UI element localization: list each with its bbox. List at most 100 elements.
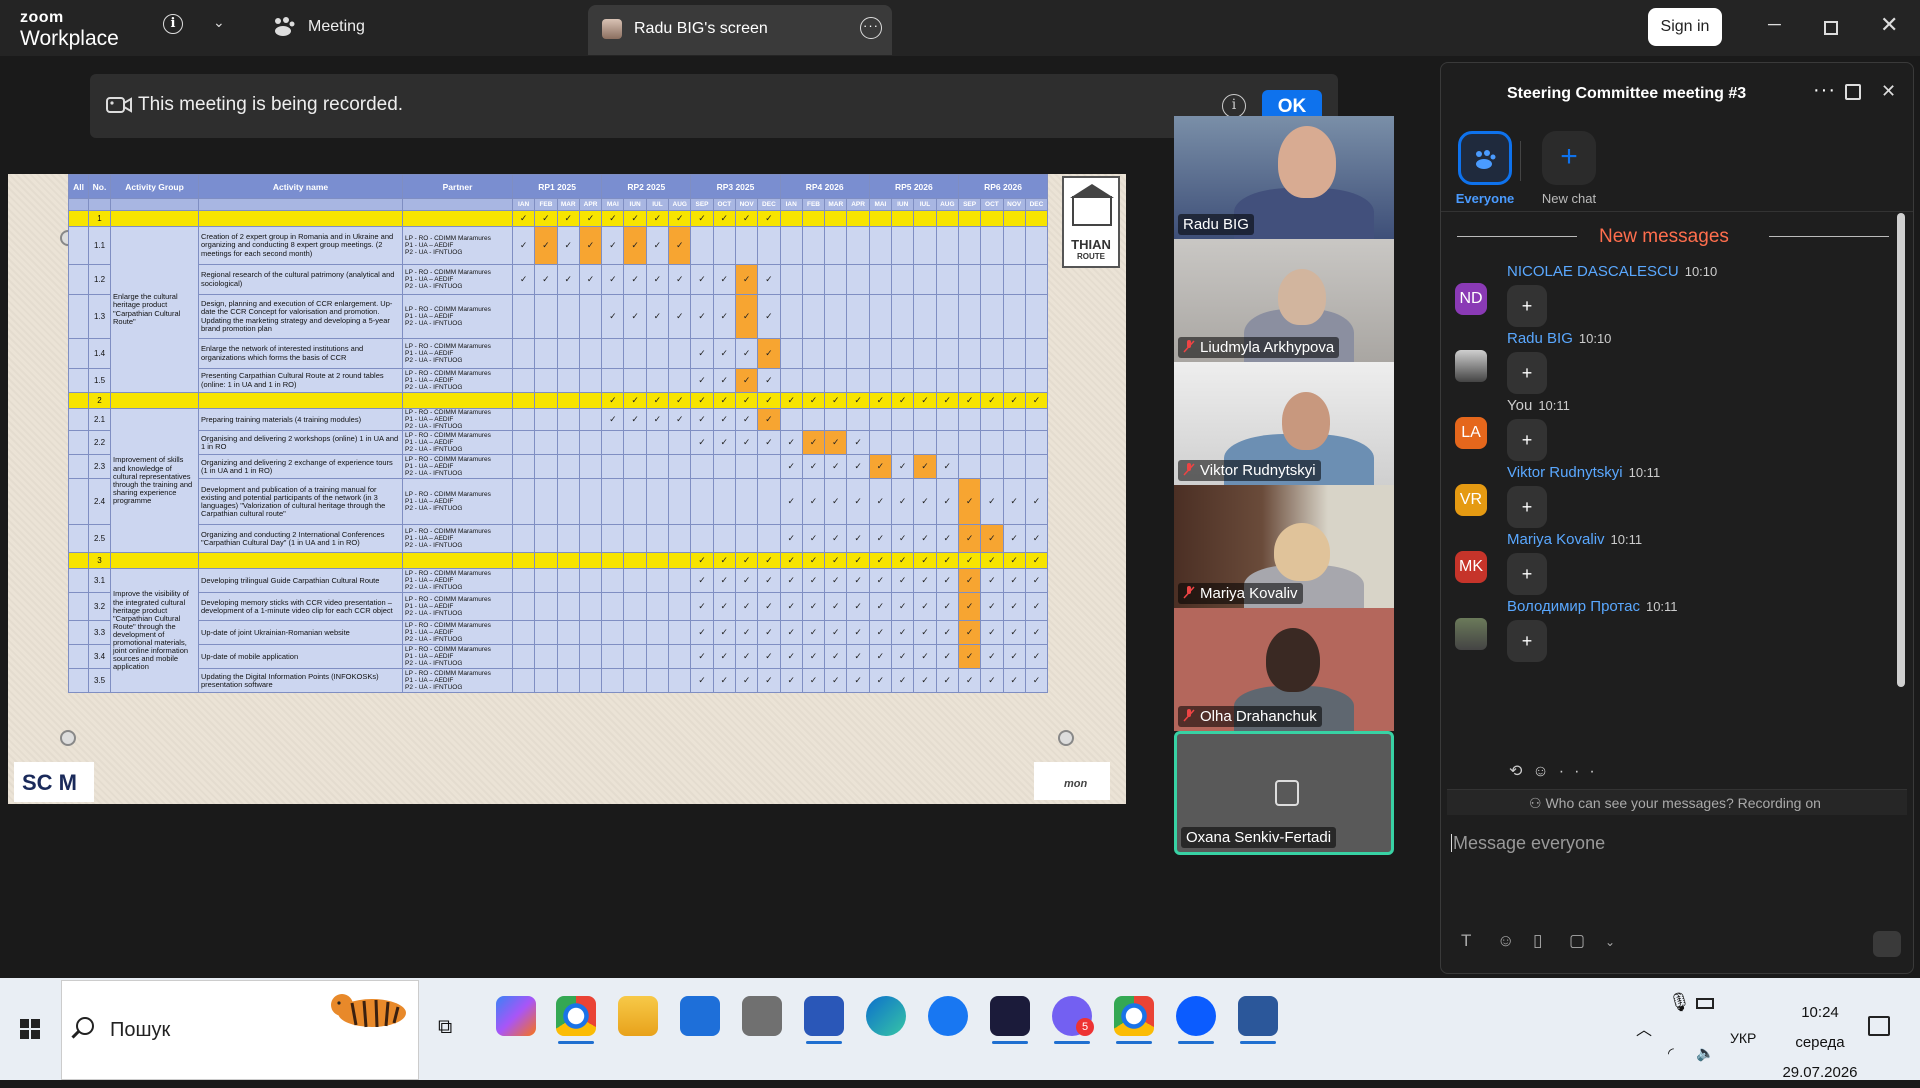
file-explorer-icon[interactable] [618, 996, 658, 1036]
participant-tile[interactable]: Mariya Kovaliv [1174, 485, 1394, 608]
partner-cell: LP - RO - CDIMM Maramures P1 - UA – AEDI… [402, 478, 513, 526]
file-icon[interactable]: ▯ [1533, 931, 1569, 951]
edge-icon[interactable] [866, 996, 906, 1036]
add-reaction-button[interactable]: + [1507, 553, 1547, 595]
show-hidden-icons-icon[interactable]: ︿ [1636, 1016, 1652, 1040]
facebook-icon[interactable] [928, 996, 968, 1036]
windows-start-icon[interactable] [20, 1019, 40, 1039]
volume-icon[interactable]: 🔈 [1696, 1044, 1715, 1062]
message-actions[interactable]: ⟲☺··· [1509, 761, 1605, 781]
taskbar: Пошук ⧉ 5 ︿ 🎙 УКР ◜ 🔈 10:24 середа 29.07… [0, 978, 1920, 1081]
chat-visibility-notice[interactable]: ⚇ Who can see your messages? Recording o… [1447, 789, 1907, 815]
add-reaction-button[interactable]: + [1507, 620, 1547, 662]
chat-scrollbar[interactable] [1897, 213, 1905, 687]
popout-icon[interactable] [1845, 84, 1861, 100]
taskbar-search[interactable]: Пошук [61, 980, 419, 1080]
participant-tile-active[interactable]: Oxana Senkiv-Fertadi [1174, 731, 1394, 855]
table-header: Activity Group [110, 174, 199, 199]
close-icon[interactable]: ✕ [1881, 81, 1896, 102]
add-reaction-button[interactable]: + [1507, 285, 1547, 327]
participant-tile[interactable]: Olha Drahanchuk [1174, 608, 1394, 731]
screenshot-icon[interactable]: ▢ [1569, 931, 1605, 951]
message-sender[interactable]: Mariya Kovaliv 10:11 [1507, 531, 1642, 548]
copilot-icon[interactable] [496, 996, 536, 1036]
minimize-icon[interactable]: ─ [1768, 14, 1781, 35]
avatar[interactable]: LA [1455, 417, 1487, 449]
channel-new-chat[interactable]: + New chat [1529, 131, 1609, 206]
zoom-app-icon[interactable] [1176, 996, 1216, 1044]
table-row: 1.4 Enlarge the network of interested ins… [68, 338, 1049, 369]
more-icon[interactable]: ··· [860, 17, 882, 39]
viber-icon[interactable]: 5 [1052, 996, 1094, 1044]
notifications-icon[interactable] [1868, 1016, 1890, 1036]
calculator-icon[interactable] [742, 996, 782, 1036]
avatar[interactable]: MK [1455, 551, 1487, 583]
sign-in-button[interactable]: Sign in [1648, 8, 1722, 46]
avatar[interactable]: ND [1455, 283, 1487, 315]
save-app-icon[interactable] [804, 996, 844, 1044]
webex-icon[interactable] [990, 996, 1030, 1044]
restore-icon[interactable] [1824, 21, 1838, 35]
chrome-icon[interactable] [556, 996, 596, 1044]
language-indicator[interactable]: УКР [1730, 1030, 1756, 1046]
system-clock[interactable]: 10:24 середа 29.07.2026 [1760, 998, 1880, 1088]
calendar-icon[interactable] [680, 996, 720, 1036]
microphone-icon[interactable]: 🎙 [1668, 992, 1691, 1013]
add-reaction-button[interactable]: + [1507, 486, 1547, 528]
word-icon[interactable] [1238, 996, 1278, 1044]
add-reaction-button[interactable]: + [1507, 352, 1547, 394]
muted-mic-icon [1183, 709, 1195, 722]
chevron-down-icon[interactable]: ⌄ [213, 14, 225, 31]
message-sender[interactable]: Radu BIG 10:10 [1507, 330, 1611, 347]
shared-screen[interactable]: All No. Activity Group Activity name Partner… [8, 174, 1126, 804]
chevron-down-icon[interactable]: ⌄ [1605, 935, 1641, 949]
month-header: MAR [824, 198, 848, 211]
recording-banner: This meeting is being recorded. i OK [90, 74, 1338, 138]
more-icon[interactable]: ··· [1813, 79, 1836, 102]
message-input[interactable]: Message everyone [1451, 833, 1605, 854]
clock-time: 10:24 [1801, 1004, 1839, 1021]
send-button[interactable] [1873, 931, 1901, 957]
row-number: 2.4 [88, 478, 111, 526]
tab-meeting[interactable]: Meeting [308, 18, 365, 36]
info-icon[interactable]: i [163, 14, 183, 34]
add-reaction-button[interactable]: + [1507, 419, 1547, 461]
row-number: 1.1 [88, 226, 111, 265]
message-sender[interactable]: Viktor Rudnytskyi 10:11 [1507, 464, 1660, 481]
close-window-icon[interactable]: ✕ [1880, 12, 1898, 38]
avatar[interactable]: VR [1455, 484, 1487, 516]
message-sender[interactable]: Володимир Протас 10:11 [1507, 598, 1678, 615]
wifi-icon[interactable]: ◜ [1668, 1044, 1674, 1062]
participants-icon [1458, 131, 1512, 185]
info-icon[interactable]: i [1222, 94, 1246, 118]
emoji-reaction-icon[interactable]: ☺ [1532, 763, 1558, 780]
battery-icon[interactable] [1696, 998, 1714, 1009]
message-sender[interactable]: You 10:11 [1507, 397, 1570, 414]
chrome-profile-icon[interactable] [1114, 996, 1154, 1044]
chat-message[interactable]: Володимир Протас 10:11 + [1455, 598, 1895, 680]
avatar[interactable] [1455, 618, 1487, 650]
format-text-icon[interactable]: T [1461, 931, 1497, 951]
recording-camera-icon [106, 97, 132, 113]
month-header: FEB [534, 198, 558, 211]
channel-everyone[interactable]: Everyone [1445, 131, 1525, 206]
message-time: 10:10 [1684, 264, 1718, 279]
activity-name: Developing memory sticks with CCR video … [198, 592, 403, 622]
participant-tile[interactable]: Liudmyla Arkhypova [1174, 239, 1394, 362]
emoji-icon[interactable]: ☺ [1497, 931, 1533, 951]
avatar[interactable] [1455, 350, 1487, 382]
reply-icon[interactable]: ⟲ [1509, 763, 1532, 780]
task-view-icon[interactable]: ⧉ [438, 1016, 452, 1039]
month-header: IUL [913, 198, 937, 211]
month-header: DEC [757, 198, 781, 211]
more-icon[interactable]: ··· [1559, 763, 1605, 780]
table-header: No. [88, 174, 111, 199]
message-sender[interactable]: NICOLAE DASCALESCU 10:10 [1507, 263, 1717, 280]
table-header: RP6 2026 [957, 174, 1049, 199]
month-header: MAI [868, 198, 893, 211]
participant-tile[interactable]: Radu BIG [1174, 116, 1394, 239]
tab-shared-screen[interactable]: Radu BIG's screen ··· [588, 5, 892, 55]
divider [1441, 211, 1913, 212]
partner-cell: LP - RO - CDIMM Maramures P1 - UA – AEDI… [402, 568, 513, 594]
participant-tile[interactable]: Viktor Rudnytskyi [1174, 362, 1394, 485]
